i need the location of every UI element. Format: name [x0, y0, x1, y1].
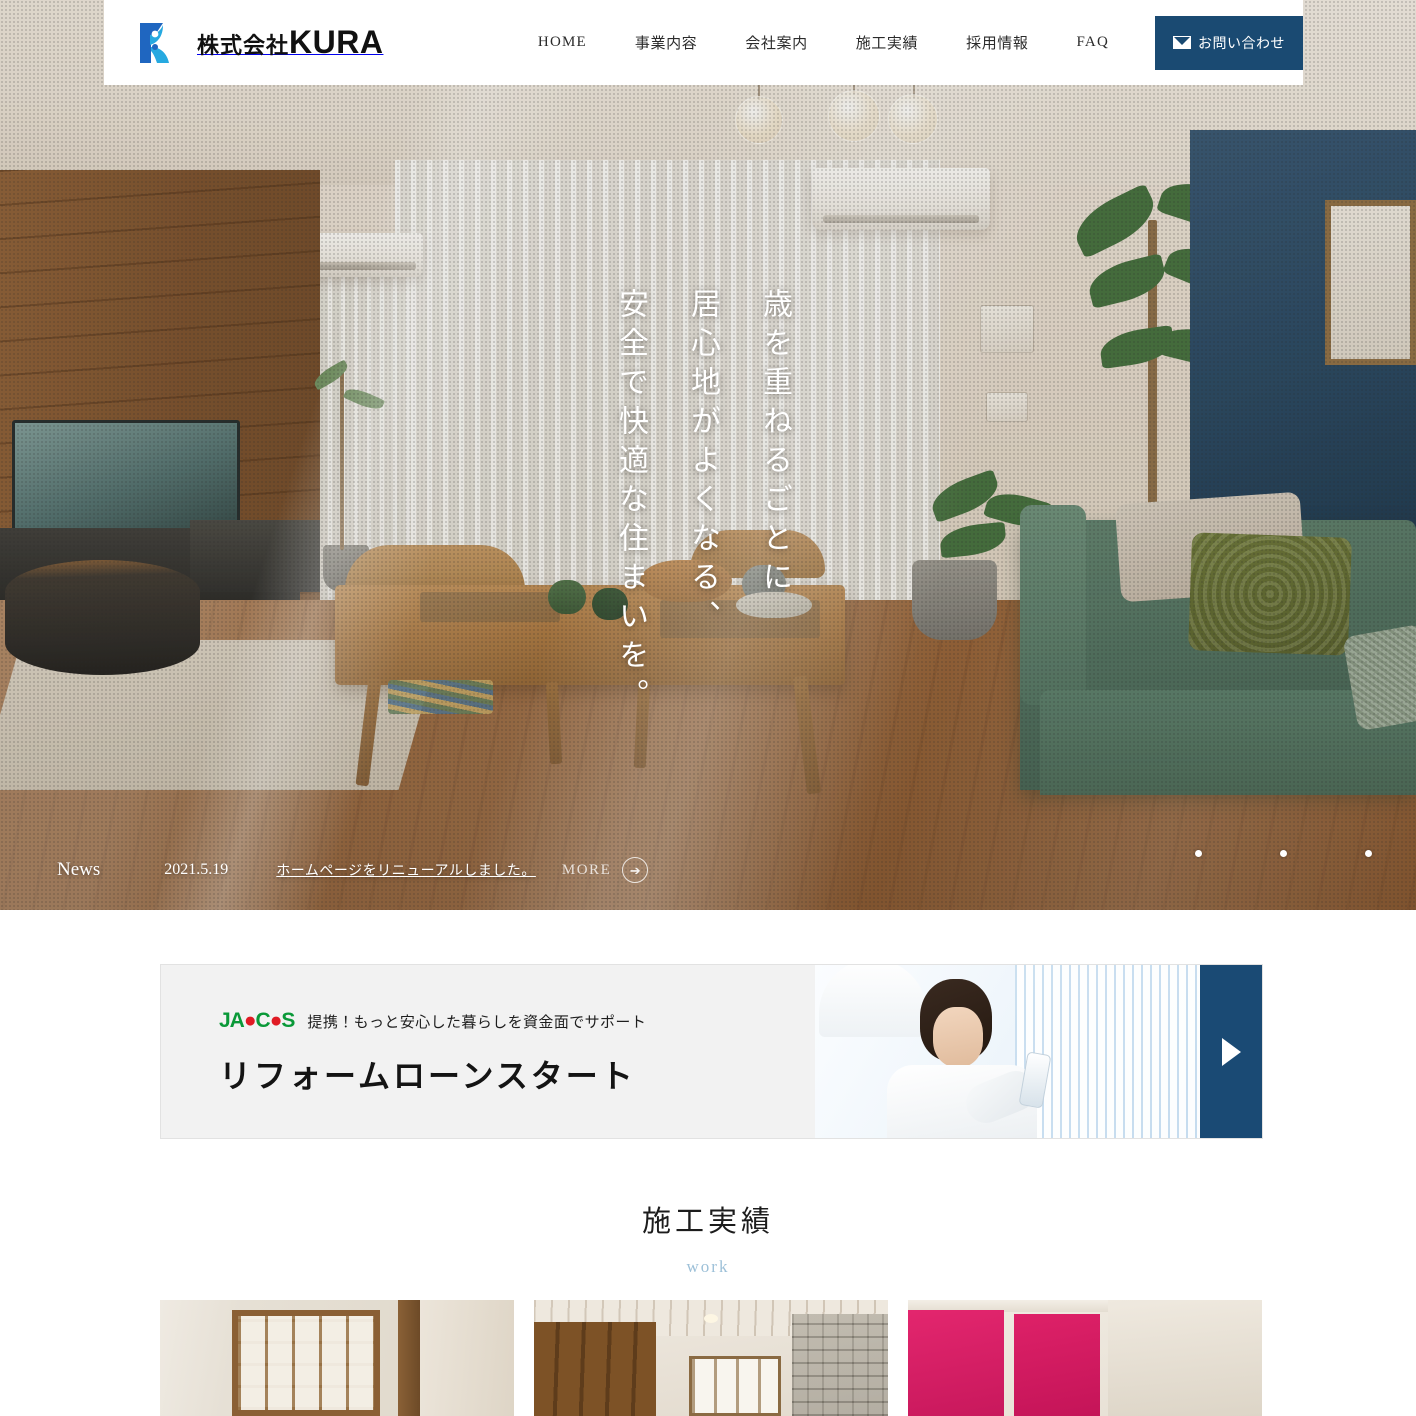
nav-item-faq[interactable]: FAQ	[1077, 34, 1110, 51]
jaccs-logo: JA●C●S	[219, 1009, 295, 1032]
slider-dot-3[interactable]	[1365, 850, 1372, 857]
banner-next-button[interactable]	[1200, 965, 1262, 1138]
work-card-3[interactable]	[908, 1300, 1262, 1416]
slider-dot-1[interactable]	[1195, 850, 1202, 857]
work-card-2[interactable]	[534, 1300, 888, 1416]
main-navigation: HOME 事業内容 会社案内 施工実績 採用情報 FAQ お問い合わせ	[514, 15, 1303, 70]
site-logo-link[interactable]: 株式会社KURA	[133, 17, 383, 69]
contact-button-label: お問い合わせ	[1198, 34, 1285, 51]
news-label: News	[57, 859, 101, 880]
work-card-1[interactable]	[160, 1300, 514, 1416]
work-card-grid	[160, 1300, 1263, 1416]
banner-subtitle: 提携！もっと安心した暮らしを資金面でサポート	[307, 1013, 647, 1031]
hero-section: 株式会社KURA HOME 事業内容 会社案内 施工実績 採用情報 FAQ お問…	[0, 0, 1416, 910]
work-section-title: 施工実績	[641, 1206, 774, 1238]
banner-photo	[815, 965, 1200, 1138]
hero-slider-pagination	[1195, 850, 1372, 857]
banner-title: リフォームローンスタート	[219, 1058, 636, 1094]
nav-item-company[interactable]: 会社案内	[745, 32, 807, 53]
reform-loan-banner[interactable]: JA●C●S 提携！もっと安心した暮らしを資金面でサポート リフォームローンスタ…	[160, 964, 1263, 1139]
hero-catchcopy-line-3: 安全で快適な住まいを。	[614, 288, 647, 717]
slider-dot-2[interactable]	[1280, 850, 1287, 857]
news-more-label[interactable]: MORE	[562, 862, 611, 879]
nav-item-business[interactable]: 事業内容	[635, 32, 697, 53]
news-date: 2021.5.19	[164, 861, 229, 878]
work-section-header: 施工実績 work	[0, 1198, 1416, 1277]
banner-text-area: JA●C●S 提携！もっと安心した暮らしを資金面でサポート リフォームローンスタ…	[161, 965, 815, 1138]
nav-item-works[interactable]: 施工実績	[856, 32, 918, 53]
contact-button[interactable]: お問い合わせ	[1155, 15, 1303, 70]
play-triangle-icon	[1221, 1037, 1241, 1066]
nav-item-home[interactable]: HOME	[538, 34, 587, 51]
nav-item-recruit[interactable]: 採用情報	[966, 32, 1028, 53]
logo-company-en: KURA	[289, 24, 384, 60]
kura-k-logo-icon	[133, 17, 185, 69]
hero-catchcopy-line-1: 歳を重ねるごとに	[758, 288, 791, 600]
hero-catchcopy-line-2: 居心地がよくなる、	[686, 288, 719, 639]
logo-wordmark: 株式会社KURA	[197, 24, 383, 61]
arrow-right-circle-icon[interactable]: ➔	[622, 857, 649, 883]
work-section-subtitle: work	[686, 1257, 730, 1276]
mail-icon	[1173, 36, 1191, 49]
news-headline-link[interactable]: ホームページをリニューアルしました。	[276, 860, 536, 880]
logo-company-jp: 株式会社	[197, 33, 290, 58]
hero-catchcopy: 歳を重ねるごとに 居心地がよくなる、 安全で快適な住まいを。	[608, 288, 796, 717]
site-header: 株式会社KURA HOME 事業内容 会社案内 施工実績 採用情報 FAQ お問…	[104, 0, 1303, 85]
